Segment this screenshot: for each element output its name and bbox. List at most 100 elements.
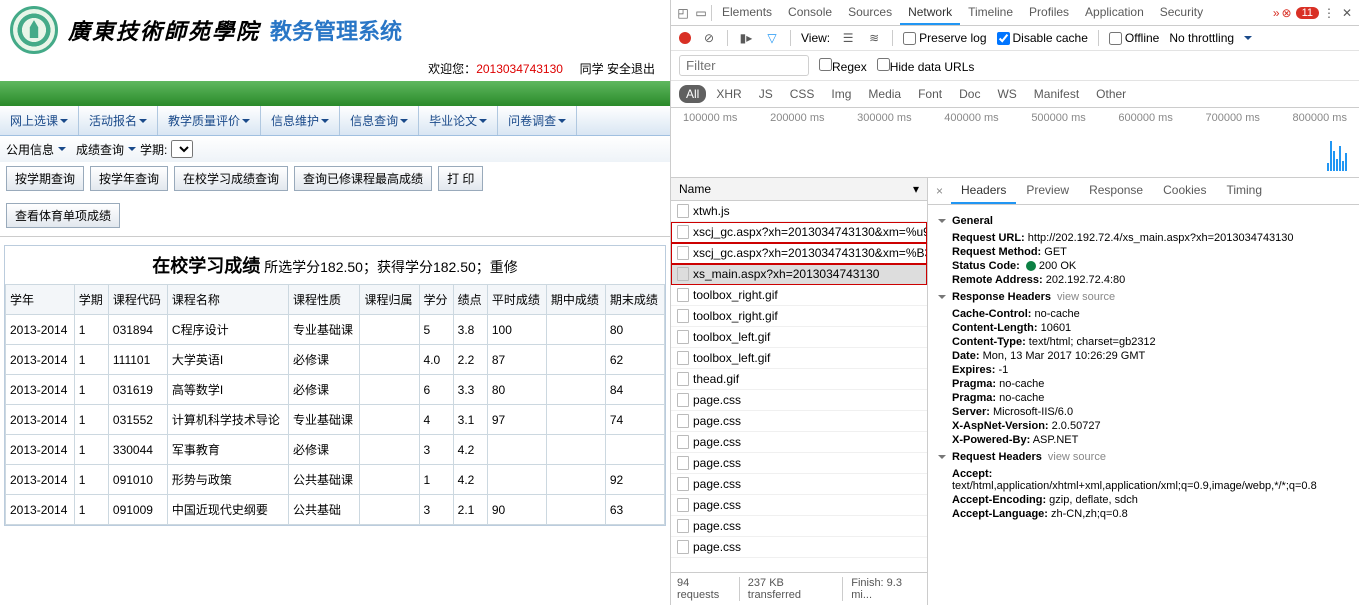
type-filter-pill[interactable]: WS (990, 85, 1023, 103)
clear-icon[interactable]: ⊘ (701, 30, 717, 46)
view-label: View: (801, 31, 830, 45)
type-filter-pill[interactable]: Other (1089, 85, 1133, 103)
request-row[interactable]: thead.gif (671, 369, 927, 390)
request-row[interactable]: toolbox_left.gif (671, 348, 927, 369)
request-row[interactable]: page.css (671, 495, 927, 516)
type-filter-pill[interactable]: CSS (783, 85, 822, 103)
header-kv: Date: Mon, 13 Mar 2017 10:26:29 GMT (938, 349, 1349, 363)
request-row[interactable]: toolbox_right.gif (671, 285, 927, 306)
detail-tab[interactable]: Response (1079, 178, 1153, 204)
nav-item[interactable]: 教学质量评价 (158, 106, 261, 135)
error-count[interactable]: 11 (1296, 7, 1319, 19)
type-filter-pill[interactable]: Img (824, 85, 858, 103)
header-kv: Server: Microsoft-IIS/6.0 (938, 405, 1349, 419)
request-row[interactable]: page.css (671, 411, 927, 432)
large-rows-icon[interactable]: ☰ (840, 30, 856, 46)
column-header: 课程归属 (360, 285, 419, 315)
request-row[interactable]: toolbox_right.gif (671, 306, 927, 327)
type-filter-pill[interactable]: Manifest (1027, 85, 1086, 103)
request-row[interactable]: page.css (671, 432, 927, 453)
detail-tab[interactable]: Headers (951, 178, 1016, 204)
table-row: 2013-20141091009中国近现代史纲要公共基础32.19063 (6, 495, 665, 525)
term-select[interactable] (171, 140, 193, 158)
disable-cache-checkbox[interactable]: Disable cache (997, 31, 1088, 45)
column-header: 学分 (419, 285, 453, 315)
sports-grades-button[interactable]: 查看体育单项成绩 (6, 203, 120, 228)
devtools-tab[interactable]: Sources (840, 1, 900, 25)
detail-tab[interactable]: Cookies (1153, 178, 1216, 204)
request-row[interactable]: page.css (671, 516, 927, 537)
record-icon[interactable] (679, 32, 691, 44)
section-title[interactable]: Request Headersview source (938, 447, 1349, 467)
devtools-tab[interactable]: Timeline (960, 1, 1021, 25)
action-button[interactable]: 打 印 (438, 166, 483, 191)
devtools-tab[interactable]: Console (780, 1, 840, 25)
nav-item[interactable]: 网上选课 (0, 106, 79, 135)
error-icon[interactable]: ⊗ (1282, 6, 1292, 20)
subnav-label[interactable]: 成绩查询 (76, 141, 124, 158)
type-filter-pill[interactable]: JS (752, 85, 780, 103)
action-button[interactable]: 在校学习成绩查询 (174, 166, 288, 191)
filter-icon[interactable]: ▽ (764, 30, 780, 46)
filter-input[interactable] (679, 55, 809, 76)
request-row[interactable]: xtwh.js (671, 201, 927, 222)
section-title[interactable]: Response Headersview source (938, 287, 1349, 307)
button-row-2: 查看体育单项成绩 (0, 199, 670, 236)
grades-title-sub: 所选学分182.50；获得学分182.50；重修 (264, 259, 518, 275)
type-filter-pill[interactable]: All (679, 85, 706, 103)
action-button[interactable]: 按学期查询 (6, 166, 84, 191)
action-button[interactable]: 查询已修课程最高成绩 (294, 166, 432, 191)
request-row[interactable]: xscj_gc.aspx?xh=2013034743130&xm=%u9 (671, 222, 927, 243)
nav-item[interactable]: 信息查询 (340, 106, 419, 135)
section-title[interactable]: General (938, 211, 1349, 231)
request-row[interactable]: page.css (671, 453, 927, 474)
kebab-icon[interactable]: ⋮ (1321, 5, 1337, 21)
subnav-left[interactable]: 公用信息 (6, 141, 54, 158)
request-row[interactable]: page.css (671, 390, 927, 411)
detail-tab[interactable]: Preview (1016, 178, 1079, 204)
logout-link[interactable]: 安全退出 (607, 62, 655, 76)
type-filter-pill[interactable]: XHR (709, 85, 748, 103)
devtools-tab[interactable]: Profiles (1021, 1, 1077, 25)
device-icon[interactable]: ▭ (693, 5, 709, 21)
request-row[interactable]: page.css (671, 474, 927, 495)
request-row[interactable]: xs_main.aspx?xh=2013034743130 (671, 264, 927, 285)
welcome-bar: 欢迎您：2013034743130 同学 安全退出 (0, 60, 670, 81)
nav-item[interactable]: 活动报名 (79, 106, 158, 135)
inspect-icon[interactable]: ◰ (675, 5, 691, 21)
preserve-log-checkbox[interactable]: Preserve log (903, 31, 986, 45)
type-filter-pill[interactable]: Media (861, 85, 908, 103)
offline-checkbox[interactable]: Offline (1109, 31, 1159, 45)
nav-item[interactable]: 信息维护 (261, 106, 340, 135)
more-icon[interactable]: » (1273, 6, 1280, 20)
devtools-tab[interactable]: Security (1152, 1, 1211, 25)
header-kv: Content-Type: text/html; charset=gb2312 (938, 335, 1349, 349)
detail-body[interactable]: GeneralRequest URL: http://202.192.72.4/… (928, 205, 1359, 605)
close-icon[interactable]: ✕ (1339, 5, 1355, 21)
request-row[interactable]: toolbox_left.gif (671, 327, 927, 348)
regex-checkbox[interactable]: Regex (819, 58, 867, 74)
camera-icon[interactable]: ▮▸ (738, 30, 754, 46)
column-header: 学年 (6, 285, 75, 315)
timeline-overview[interactable]: 100000 ms200000 ms300000 ms400000 ms5000… (671, 108, 1359, 178)
user-id: 2013034743130 (476, 62, 563, 76)
hide-data-checkbox[interactable]: Hide data URLs (877, 58, 975, 74)
nav-item[interactable]: 问卷调查 (498, 106, 577, 135)
devtools-tab[interactable]: Application (1077, 1, 1152, 25)
devtools-tab[interactable]: Elements (714, 1, 780, 25)
waterfall-icon[interactable]: ≋ (866, 30, 882, 46)
close-detail-icon[interactable]: × (928, 184, 951, 198)
devtools-tab[interactable]: Network (900, 1, 960, 25)
type-filter-pill[interactable]: Doc (952, 85, 987, 103)
action-button[interactable]: 按学年查询 (90, 166, 168, 191)
throttling-select[interactable]: No throttling (1169, 31, 1234, 45)
detail-tabs: × HeadersPreviewResponseCookiesTiming (928, 178, 1359, 205)
request-list-header[interactable]: Name▾ (671, 178, 927, 201)
column-header: 期中成绩 (546, 285, 605, 315)
detail-tab[interactable]: Timing (1216, 178, 1272, 204)
type-filter-pill[interactable]: Font (911, 85, 949, 103)
nav-item[interactable]: 毕业论文 (419, 106, 498, 135)
request-row[interactable]: page.css (671, 537, 927, 558)
table-row: 2013-20141111101大学英语I必修课4.02.28762 (6, 345, 665, 375)
request-row[interactable]: xscj_gc.aspx?xh=2013034743130&xm=%B3 (671, 243, 927, 264)
